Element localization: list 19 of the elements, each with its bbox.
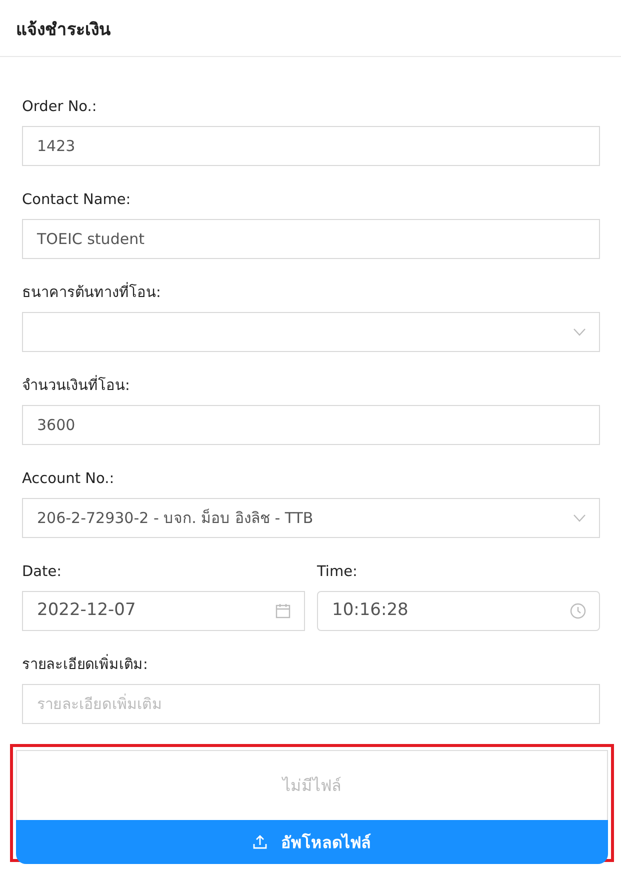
field-label: Account No.: [22, 471, 114, 487]
page-title: แจ้งชำระเงิน [16, 18, 111, 42]
input-field[interactable]: TOEIC student [22, 219, 600, 259]
dropdown-field[interactable] [22, 312, 600, 352]
chevron-down-icon [573, 328, 586, 336]
field-label: Order No.: [22, 99, 97, 115]
time-field[interactable]: 10:16:28 [317, 591, 600, 631]
field-label: Contact Name: [22, 192, 131, 208]
dropdown-field[interactable]: 206-2-72930-2 - บจก. ม็อบ อิงลิช - TTB [22, 498, 600, 538]
file-status-text: ไม่มีไฟล์ [282, 775, 342, 797]
chevron-down-icon [573, 514, 586, 522]
calendar-icon [275, 603, 291, 619]
upload-icon [253, 835, 267, 849]
field-label: Date: [22, 564, 62, 580]
date-field[interactable]: 2022-12-07 [22, 591, 305, 631]
field-label: Time: [317, 564, 358, 580]
input-field[interactable]: 3600 [22, 405, 600, 445]
clock-icon [570, 603, 586, 619]
input-field[interactable]: 1423 [22, 126, 600, 166]
